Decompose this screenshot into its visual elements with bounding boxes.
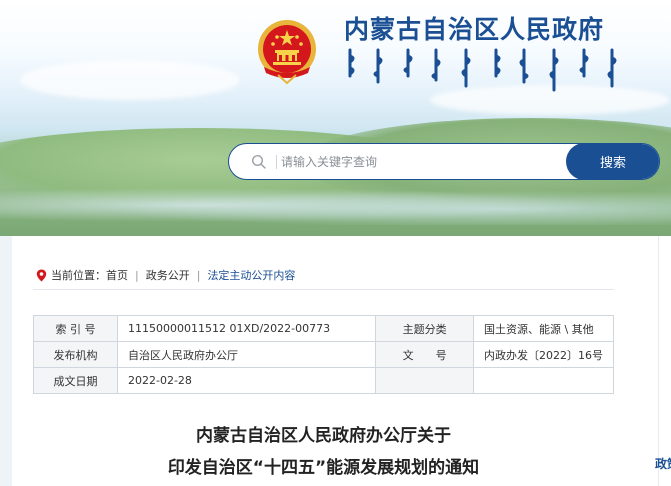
document-metadata-table: 索 引 号 11150000011512 01XD/2022-00773 主题分… <box>33 315 615 394</box>
river-decoration <box>0 185 671 225</box>
breadcrumb-prefix: 当前位置： <box>51 269 106 282</box>
meta-value: 内政办发〔2022〕16号 <box>472 341 615 368</box>
meta-label: 主题分类 <box>375 315 474 342</box>
side-panel-label[interactable]: 政策 <box>655 455 671 472</box>
mongolian-script-title <box>348 48 617 92</box>
meta-label: 索 引 号 <box>33 315 118 342</box>
breadcrumb-separator: | <box>196 268 201 282</box>
search-input[interactable] <box>281 145 561 178</box>
article-title: 内蒙古自治区人民政府办公厅关于 印发自治区“十四五”能源发展规划的通知 <box>33 420 614 484</box>
search-divider <box>276 155 277 169</box>
table-row: 发布机构 自治区人民政府办公厅 文 号 内政办发〔2022〕16号 <box>33 341 615 368</box>
national-emblem-icon <box>258 20 316 85</box>
meta-value: 国土资源、能源 \ 其他 <box>472 315 615 342</box>
breadcrumb-current[interactable]: 法定主动公开内容 <box>207 267 295 283</box>
meta-value: 11150000011512 01XD/2022-00773 <box>116 315 377 342</box>
breadcrumb: 当前位置： 首页 | 政务公开 | 法定主动公开内容 <box>36 266 295 284</box>
search-bar: 搜索 <box>228 143 660 180</box>
meta-label: 文 号 <box>375 341 474 368</box>
table-row: 索 引 号 11150000011512 01XD/2022-00773 主题分… <box>33 315 615 342</box>
cloud-decoration <box>20 60 240 100</box>
meta-label <box>375 367 474 394</box>
article-title-line: 内蒙古自治区人民政府办公厅关于 <box>196 426 451 446</box>
meta-label: 发布机构 <box>33 341 118 368</box>
site-title: 内蒙古自治区人民政府 <box>344 15 605 44</box>
breadcrumb-home[interactable]: 首页 <box>106 267 128 283</box>
search-button[interactable]: 搜索 <box>566 144 659 179</box>
meta-label: 成文日期 <box>33 367 118 394</box>
meta-value <box>472 367 615 394</box>
breadcrumb-separator: | <box>135 268 139 282</box>
article-title-line: 印发自治区“十四五”能源发展规划的通知 <box>167 458 480 478</box>
breadcrumb-divider <box>33 289 614 290</box>
meta-value: 自治区人民政府办公厅 <box>116 341 377 368</box>
search-icon <box>251 154 266 169</box>
side-panel <box>658 236 671 486</box>
table-row: 成文日期 2022-02-28 <box>33 367 615 394</box>
breadcrumb-gov-affairs[interactable]: 政务公开 <box>146 267 190 283</box>
meta-value: 2022-02-28 <box>116 367 377 394</box>
location-pin-icon <box>36 269 47 281</box>
